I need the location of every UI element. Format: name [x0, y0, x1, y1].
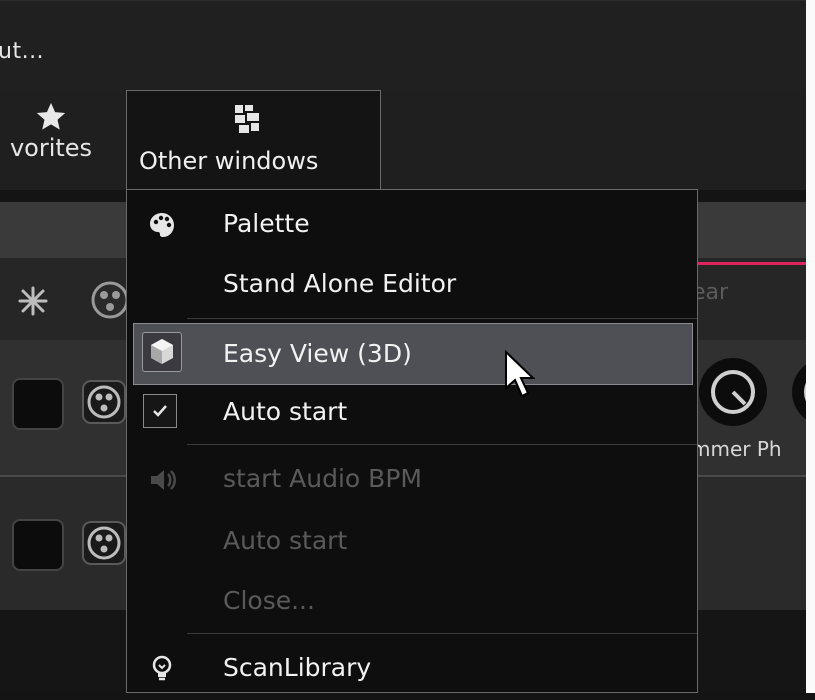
menu-item-easy-view-3d[interactable]: Easy View (3D) [133, 323, 693, 385]
menu-item-label: Easy View (3D) [223, 339, 412, 368]
windows-grid-icon [235, 105, 259, 133]
menu-item-label: Close... [223, 586, 315, 615]
other-windows-button[interactable]: Other windows [126, 90, 381, 190]
accent-line [690, 262, 806, 265]
menu-item-label: Auto start [223, 526, 348, 555]
gobo-icon[interactable] [82, 521, 126, 565]
star-icon [36, 102, 66, 130]
dimmer-knob[interactable] [693, 352, 773, 432]
menu-item-label: Auto start [223, 397, 348, 426]
mouse-pointer-icon [505, 350, 536, 398]
other-windows-menu: Palette Stand Alone Editor Easy View (3D… [126, 189, 698, 693]
title-bar: ut... [0, 0, 815, 91]
menu-separator [187, 318, 697, 319]
checkbox-icon[interactable] [143, 394, 177, 428]
knob-labels: mmer Ph [691, 437, 782, 461]
palette-icon [150, 213, 174, 237]
favorites-button[interactable]: vorites [0, 100, 116, 162]
menu-item-palette[interactable]: Palette [127, 194, 697, 256]
window-title: ut... [0, 39, 45, 64]
menu-separator [187, 444, 697, 445]
speaker-icon [151, 470, 176, 490]
favorites-label: vorites [9, 134, 93, 162]
menu-item-label: Palette [223, 209, 310, 238]
menu-item-close[interactable]: Close... [127, 571, 697, 633]
menu-item-label: ScanLibrary [223, 653, 372, 682]
lightbulb-icon [152, 655, 172, 681]
menu-item-start-audio-bpm[interactable]: start Audio BPM [127, 449, 697, 511]
menu-item-label: start Audio BPM [223, 464, 422, 493]
other-windows-label: Other windows [139, 147, 319, 175]
color-swatch[interactable] [12, 519, 64, 571]
menu-separator [187, 633, 697, 634]
gobo-icon[interactable] [90, 280, 130, 320]
menu-item-auto-start-disabled[interactable]: Auto start [127, 511, 697, 573]
gobo-icon[interactable] [82, 380, 126, 424]
ribbon [0, 90, 806, 190]
menu-item-auto-start[interactable]: Auto start [127, 382, 697, 444]
asterisk-icon[interactable] [18, 286, 48, 316]
menu-item-label: Stand Alone Editor [223, 269, 457, 298]
menu-item-scanlibrary[interactable]: ScanLibrary [127, 638, 697, 700]
cube-3d-icon [142, 332, 182, 372]
color-swatch[interactable] [12, 378, 64, 430]
window-edge [806, 0, 815, 693]
menu-item-stand-alone-editor[interactable]: Stand Alone Editor [127, 254, 697, 316]
